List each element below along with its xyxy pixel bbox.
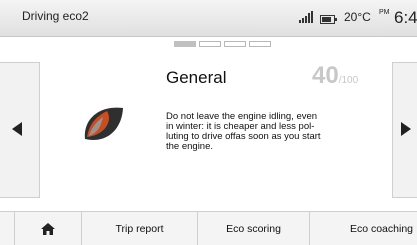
tab-eco-scoring[interactable]: Eco scoring [198, 212, 310, 245]
card-heading: General [166, 68, 227, 87]
score-value: 40 [312, 62, 339, 89]
arrow-left-icon [12, 122, 22, 136]
home-button[interactable] [14, 212, 82, 245]
page-indicator [174, 41, 271, 47]
am-pm-indicator: PM [379, 9, 390, 16]
clock: 6:40 [394, 8, 417, 27]
tab-trip-report[interactable]: Trip report [82, 212, 198, 245]
page-dot-1[interactable] [174, 41, 196, 47]
score-max: /100 [338, 75, 359, 86]
home-icon [41, 222, 55, 235]
battery-icon [320, 15, 337, 24]
screen-title: Driving eco2 [22, 9, 89, 23]
arrow-right-icon [401, 122, 411, 136]
page-dot-4[interactable] [249, 41, 271, 47]
page-dot-3[interactable] [224, 41, 246, 47]
eco-score: 40/100 [312, 62, 358, 90]
status-bar: Driving eco2 20°C PM 6:40 [0, 0, 417, 37]
page-dot-2[interactable] [199, 41, 221, 47]
temperature: 20°C [344, 10, 371, 24]
signal-icon [299, 11, 313, 23]
tab-eco-coaching[interactable]: Eco coaching [310, 212, 417, 245]
previous-page-button[interactable] [0, 62, 40, 198]
eco-leaf-icon [84, 107, 123, 140]
card-description: Do not leave the engine idling, even in … [166, 111, 321, 152]
next-page-button[interactable] [392, 62, 417, 198]
driving-eco-screen: Driving eco2 20°C PM 6:40 General 40/100… [0, 0, 417, 245]
bottom-tab-bar: Trip report Eco scoring Eco coaching [0, 211, 417, 245]
